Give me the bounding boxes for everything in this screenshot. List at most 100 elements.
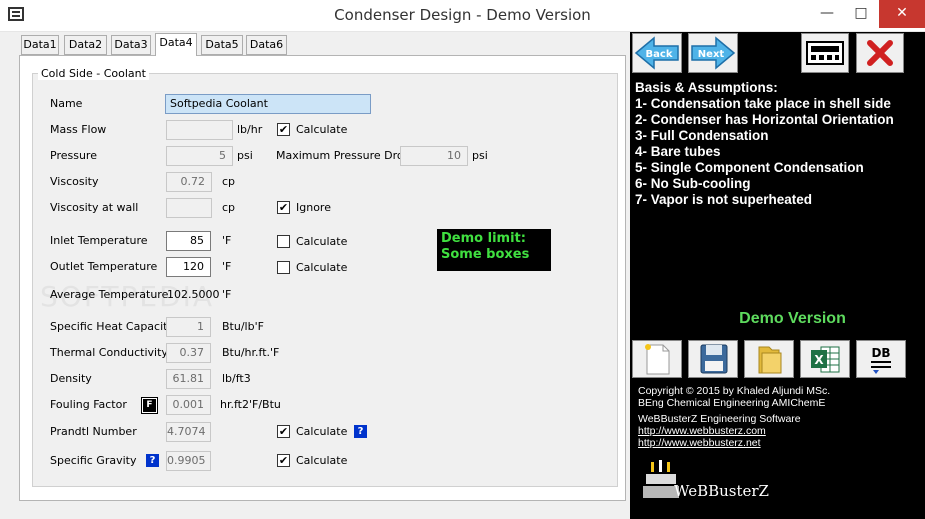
outlet-temp-unit: 'F [222,260,232,273]
next-arrow-icon: Next [691,36,736,70]
fouling-factor-button[interactable]: F [141,397,158,414]
website-link-com[interactable]: http://www.webbusterz.com [638,425,830,437]
demo-limit-line-2: Some boxes [441,247,530,262]
specific-gravity-label: Specific Gravity [50,454,137,467]
specific-heat-unit: Btu/lb'F [222,320,264,333]
inlet-temp-label: Inlet Temperature [50,234,148,247]
tab-data6[interactable]: Data6 [246,35,287,55]
specific-heat-input[interactable]: 1 [166,317,211,337]
fouling-unit: hr.ft2'F/Btu [220,398,281,411]
thermal-cond-input[interactable]: 0.37 [166,343,211,363]
group-title: Cold Side - Coolant [38,67,149,80]
back-button[interactable]: Back [632,33,682,73]
excel-icon: X [811,346,840,373]
avg-temp-unit: 'F [222,288,232,301]
viscosity-input[interactable]: 0.72 [166,172,212,192]
svg-text:X: X [814,353,824,367]
title-bar: Condenser Design - Demo Version — □ ✕ [0,0,925,32]
fouling-input[interactable]: 0.001 [166,395,211,415]
name-input[interactable]: Softpedia Coolant [165,94,371,114]
specific-gravity-calculate-label: Calculate [296,454,348,467]
db-label: DB [871,346,890,360]
database-button[interactable]: DB [856,340,906,378]
next-label: Next [698,49,725,60]
maximize-button[interactable]: □ [846,0,876,28]
copyright-line: WeBBusterZ Engineering Software [638,413,801,425]
viscosity-label: Viscosity [50,175,99,188]
viscosity-wall-ignore-checkbox[interactable]: ✔ [277,201,290,214]
close-window-button[interactable]: ✕ [879,0,925,28]
basis-item: 6- No Sub-cooling [635,176,751,191]
viscosity-wall-label: Viscosity at wall [50,201,139,214]
basis-item: 4- Bare tubes [635,144,721,159]
calculator-icon [806,41,844,65]
max-pressure-drop-input[interactable]: 10 [400,146,468,166]
next-button[interactable]: Next [688,33,738,73]
inlet-temp-calculate-label: Calculate [296,235,348,248]
specific-gravity-calculate-checkbox[interactable]: ✔ [277,454,290,467]
thermal-cond-unit: Btu/hr.ft.'F [222,346,280,359]
mass-flow-calculate-checkbox[interactable]: ✔ [277,123,290,136]
back-arrow-icon: Back [634,36,679,70]
outlet-temp-label: Outlet Temperature [50,260,158,273]
prandtl-input[interactable]: 4.7074 [166,422,211,442]
save-button[interactable] [688,340,738,378]
demo-limit-line-1: Demo limit: [441,231,526,246]
open-folder-button[interactable] [744,340,794,378]
exit-button[interactable] [856,33,904,73]
basis-item: 1- Condensation take place in shell side [635,96,891,111]
demo-limit-notice: Demo limit: Some boxes [437,229,551,271]
specific-gravity-help-icon[interactable]: ? [146,454,159,467]
avg-temp-label: Average Temperature [50,288,169,301]
prandtl-calculate-checkbox[interactable]: ✔ [277,425,290,438]
calculate-button[interactable] [801,33,849,73]
export-excel-button[interactable]: X [800,340,850,378]
mass-flow-label: Mass Flow [50,123,107,136]
copyright-block: Copyright © 2015 by Khaled Aljundi MSc. … [638,385,830,449]
window-title: Condenser Design - Demo Version [334,6,591,24]
inlet-temp-calculate-checkbox[interactable] [277,235,290,248]
folder-icon [758,346,782,374]
density-unit: lb/ft3 [222,372,251,385]
pressure-input[interactable]: 5 [166,146,233,166]
tab-data4[interactable]: Data4 [155,33,197,56]
avg-temp-value: 102.5000 [167,288,220,301]
copyright-line: Copyright © 2015 by Khaled Aljundi MSc. [638,385,831,397]
inlet-temp-input[interactable]: 85 [166,231,211,251]
tab-data1[interactable]: Data1 [21,35,59,55]
viscosity-wall-input[interactable] [166,198,212,218]
mass-flow-unit: lb/hr [237,123,263,136]
demo-version-label: Demo Version [739,310,846,327]
tab-data3[interactable]: Data3 [111,35,151,55]
close-x-icon [867,40,893,66]
prandtl-label: Prandtl Number [50,425,137,438]
basis-item: 2- Condenser has Horizontal Orientation [635,112,894,127]
specific-gravity-input[interactable]: 0.9905 [166,451,211,471]
new-file-icon [645,344,670,375]
inlet-temp-unit: 'F [222,234,232,247]
back-label: Back [646,49,673,60]
basis-assumptions: Basis & Assumptions: 1- Condensation tak… [635,80,894,208]
basis-item: 7- Vapor is not superheated [635,192,813,207]
outlet-temp-calculate-checkbox[interactable] [277,261,290,274]
density-input[interactable]: 61.81 [166,369,211,389]
max-pressure-drop-label: Maximum Pressure Drop [276,149,411,162]
name-label: Name [50,97,83,110]
website-link-net[interactable]: http://www.webbusterz.net [638,437,830,449]
specific-heat-label: Specific Heat Capacity [50,320,174,333]
viscosity-unit: cp [222,175,236,188]
tab-data2[interactable]: Data2 [64,35,107,55]
tab-data5[interactable]: Data5 [201,35,243,55]
prandtl-help-icon[interactable]: ? [354,425,367,438]
density-label: Density [50,372,92,385]
outlet-temp-input[interactable]: 120 [166,257,211,277]
brand-logo-text: WeBBusterZ [674,482,769,500]
basis-title: Basis & Assumptions: [635,80,778,95]
basis-item: 5- Single Component Condensation [635,160,864,175]
mass-flow-input[interactable] [166,120,233,140]
basis-item: 3- Full Condensation [635,128,769,143]
minimize-button[interactable]: — [812,0,842,28]
database-icon: DB [871,346,891,374]
new-file-button[interactable] [632,340,682,378]
copyright-line: BEng Chemical Engineering AMIChemE [638,397,826,409]
